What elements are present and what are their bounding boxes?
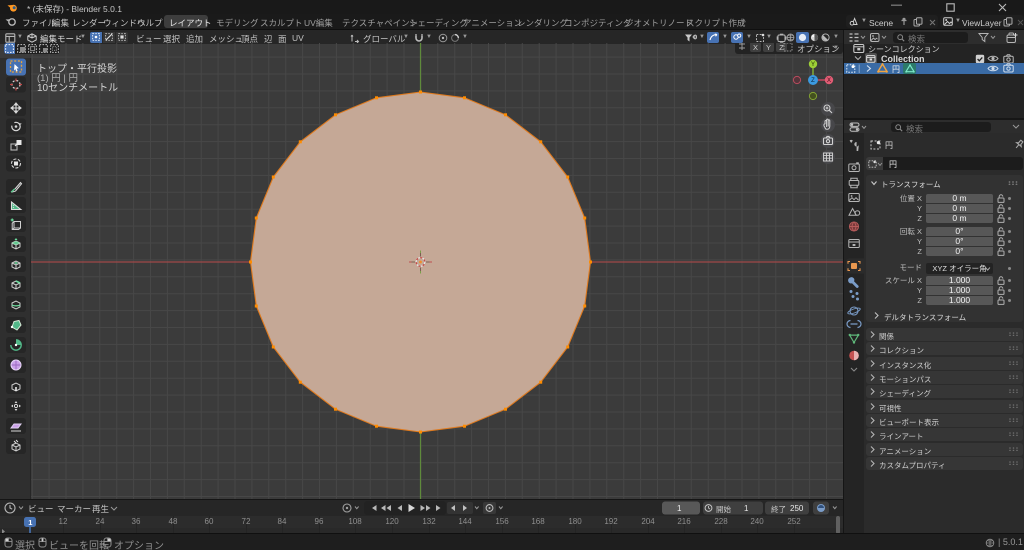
svg-text:Y: Y — [811, 62, 815, 68]
svg-text:X: X — [827, 78, 831, 84]
svg-text:Y: Y — [766, 43, 771, 52]
svg-text:Z: Z — [779, 43, 784, 52]
svg-text:Z: Z — [811, 78, 815, 84]
svg-text:X: X — [753, 43, 758, 52]
